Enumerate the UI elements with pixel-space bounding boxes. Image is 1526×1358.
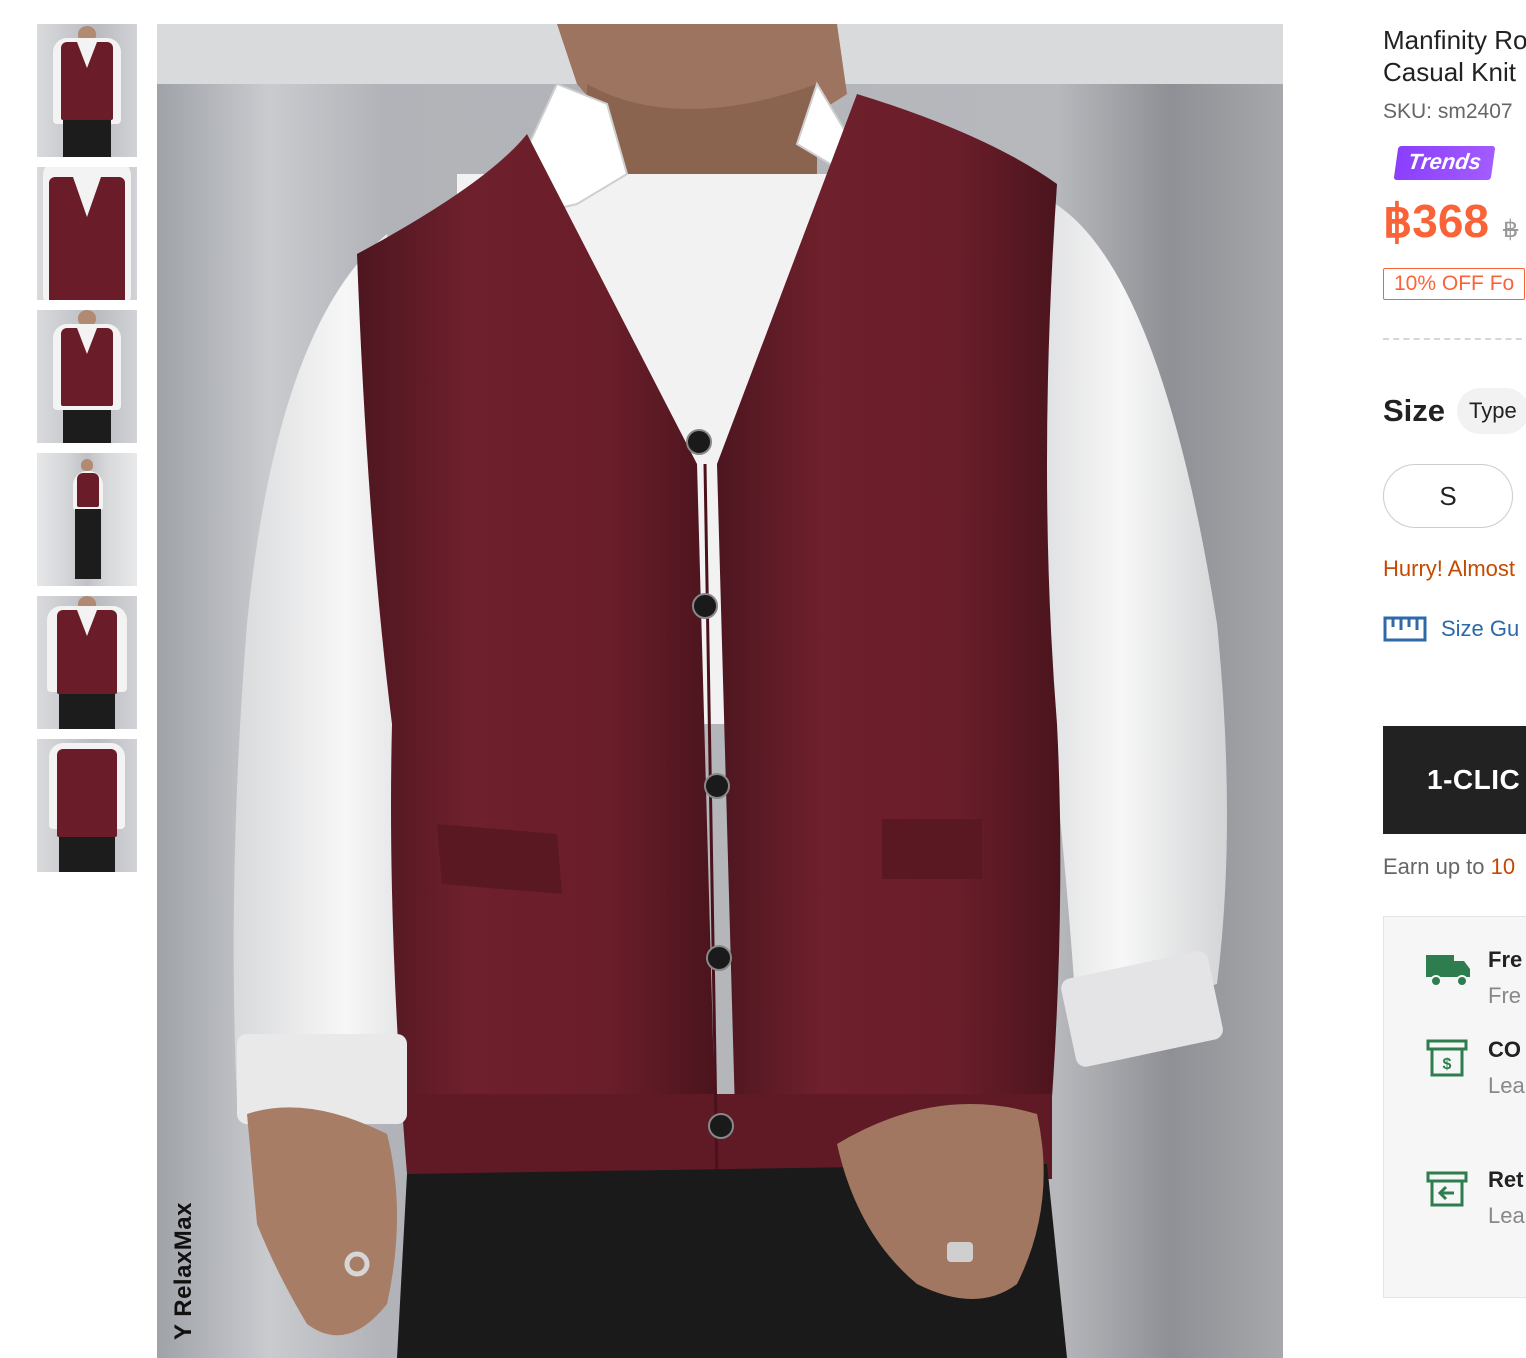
return-subtitle: Lea [1488, 1203, 1525, 1228]
product-photo [157, 24, 1283, 1358]
earn-points-text: Earn up to 10 [1383, 854, 1526, 880]
thumb-figure-head [81, 459, 93, 471]
return-icon [1426, 1171, 1468, 1207]
product-info-panel: Manfinity Ro Casual Knit SKU: sm2407 Tre… [1383, 24, 1526, 1358]
thumbnail-6[interactable] [37, 739, 137, 872]
section-divider [1383, 338, 1526, 340]
service-info-box: Fre Fre $ CO Lea Ret Lea [1383, 916, 1526, 1298]
cod-subtitle: Lea [1488, 1073, 1525, 1098]
thumb-figure-vest [57, 749, 117, 837]
earn-prefix: Earn up to [1383, 854, 1491, 879]
size-type-selector[interactable]: Type [1457, 388, 1526, 434]
price-row: ฿368 ฿ [1383, 194, 1526, 248]
cod-title: CO [1488, 1037, 1521, 1062]
current-price: ฿368 [1383, 195, 1490, 247]
thumb-figure-neck [77, 42, 97, 68]
thumbnail-4[interactable] [37, 453, 137, 586]
thumbnail-1[interactable] [37, 24, 137, 157]
svg-text:$: $ [1443, 1056, 1452, 1073]
thumbnail-5[interactable] [37, 596, 137, 729]
free-shipping-text: Fre Fre [1488, 947, 1522, 1009]
size-header: Size Type [1383, 388, 1526, 434]
return-title: Ret [1488, 1167, 1524, 1192]
ruler-icon [1383, 616, 1427, 642]
cod-text: CO Lea [1488, 1037, 1525, 1099]
thumb-figure-neck [77, 328, 97, 354]
stock-warning: Hurry! Almost [1383, 556, 1516, 581]
trends-badge: Trends [1393, 146, 1496, 180]
thumb-figure-neck [77, 610, 97, 636]
product-title: Manfinity Ro Casual Knit [1383, 24, 1526, 88]
free-shipping-title: Fre [1488, 947, 1523, 972]
cod-icon: $ [1426, 1039, 1468, 1077]
return-text: Ret Lea [1488, 1167, 1525, 1229]
free-shipping-subtitle: Fre [1488, 983, 1521, 1008]
thumbnail-2[interactable] [37, 167, 137, 300]
earn-value: 10 [1490, 854, 1516, 879]
thumb-figure-pants [63, 120, 111, 157]
size-option-s[interactable]: S [1383, 464, 1513, 528]
thumb-figure-pants [75, 509, 101, 579]
one-click-pay-button[interactable]: 1-CLIC [1383, 726, 1526, 834]
thumb-figure-pants [63, 410, 111, 443]
brand-watermark: Y RelaxMax [170, 1202, 197, 1340]
product-sku: SKU: sm2407 [1383, 100, 1513, 123]
promo-badge[interactable]: 10% OFF Fo [1383, 268, 1526, 300]
thumb-figure-pants [59, 694, 115, 729]
size-guide-link[interactable]: Size Gu [1383, 616, 1526, 642]
thumbnail-3[interactable] [37, 310, 137, 443]
return-item[interactable]: Ret Lea [1424, 1167, 1525, 1229]
truck-icon [1426, 955, 1470, 987]
product-title-line2: Casual Knit [1383, 57, 1516, 87]
size-label: Size [1383, 393, 1446, 428]
thumb-figure-pants [59, 837, 115, 872]
cod-item[interactable]: $ CO Lea [1424, 1037, 1525, 1099]
main-product-image[interactable] [157, 24, 1283, 1358]
product-title-line1: Manfinity Ro [1383, 25, 1526, 55]
size-guide-label: Size Gu [1441, 616, 1520, 641]
thumb-figure-neck [73, 177, 101, 217]
free-shipping-item[interactable]: Fre Fre [1424, 947, 1522, 1009]
thumb-figure-vest [77, 473, 99, 507]
original-price: ฿ [1503, 216, 1519, 243]
